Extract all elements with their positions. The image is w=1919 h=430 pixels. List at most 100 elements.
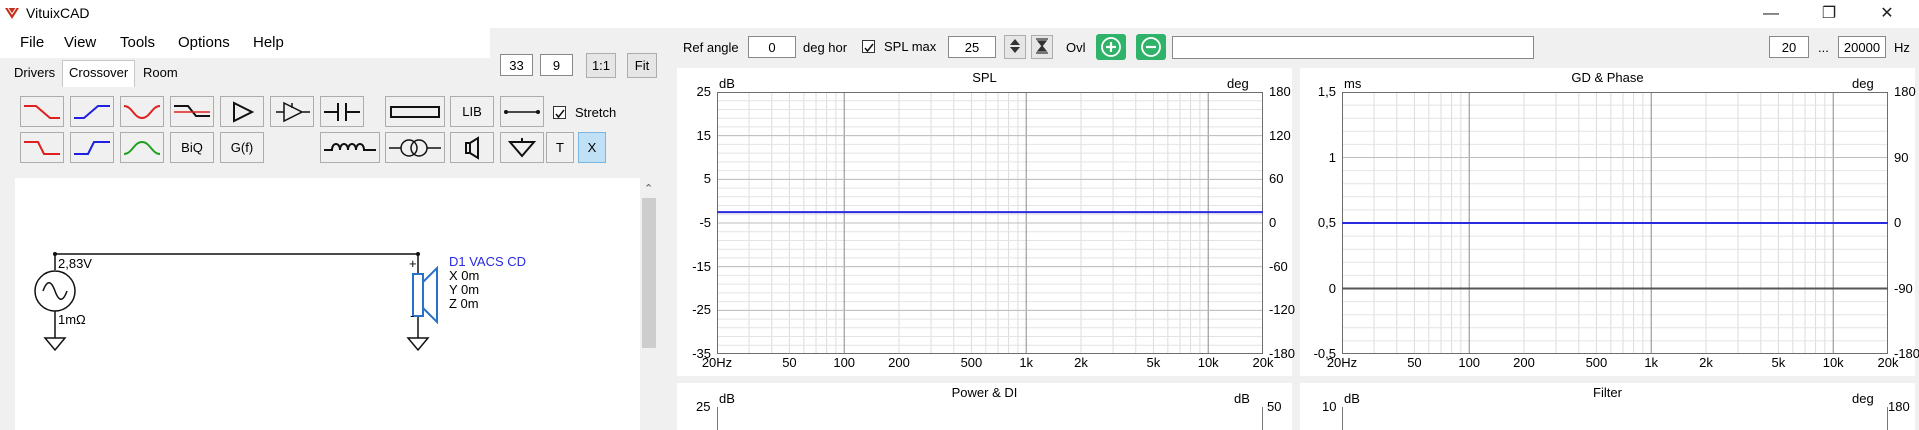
gd-left-tick: 0 xyxy=(1328,280,1336,296)
gd-phase-plot[interactable] xyxy=(1342,92,1888,354)
filter-chart-panel: Filter dB deg 10 180 xyxy=(1300,383,1915,430)
gd-x-tick: 5k xyxy=(1771,355,1786,370)
gd-left-tick: 0,5 xyxy=(1317,215,1336,230)
notch-red-button[interactable] xyxy=(120,96,164,127)
spl-x-tick: 500 xyxy=(960,355,983,370)
menu-view[interactable]: View xyxy=(64,34,96,51)
gd-x-tick: 20Hz xyxy=(1326,355,1358,370)
spl-max-stepper[interactable] xyxy=(1004,35,1026,59)
spl-x-tick: 2k xyxy=(1074,355,1088,370)
gf-button[interactable]: G(f) xyxy=(220,132,264,163)
highpass-blue-button[interactable] xyxy=(70,96,114,127)
library-label: LIB xyxy=(462,104,482,119)
gd-left-tick: 1,5 xyxy=(1317,84,1336,99)
filter-left-unit: dB xyxy=(1344,391,1360,406)
lowpass-red-button[interactable] xyxy=(20,96,64,127)
amplifier-button[interactable] xyxy=(220,96,264,127)
spl-max-checkbox[interactable] xyxy=(862,40,875,53)
schematic-canvas[interactable]: 2,83V 1mΩ + - D1 VACS CD X 0m Y 0m Z 0m xyxy=(15,178,644,430)
power-di-chart-panel: Power & DI dB dB 25 50 xyxy=(677,383,1292,430)
gd-phase-chart-title: GD & Phase xyxy=(1571,70,1644,85)
checkmark-icon xyxy=(555,109,565,119)
gd-x-tick: 50 xyxy=(1407,355,1422,370)
freq-max-input[interactable]: 20000 xyxy=(1838,36,1886,58)
zoom-1to1-button[interactable]: 1:1 xyxy=(586,53,616,78)
biquad-button[interactable]: BiQ xyxy=(170,132,214,163)
freq-min-input[interactable]: 20 xyxy=(1769,36,1809,58)
scrollbar-thumb[interactable] xyxy=(642,198,656,348)
ground-button[interactable] xyxy=(500,132,544,163)
library-button[interactable]: LIB xyxy=(450,96,494,127)
buffer-button[interactable] xyxy=(270,96,314,127)
add-overlay-button[interactable] xyxy=(1096,34,1126,60)
ref-angle-input[interactable]: 0 xyxy=(748,36,796,58)
inductor-icon xyxy=(324,142,376,151)
schematic-scrollbar[interactable]: ⌃ xyxy=(640,178,658,430)
remove-overlay-button[interactable] xyxy=(1136,34,1166,60)
tab-room[interactable]: Room xyxy=(137,62,184,84)
menu-help[interactable]: Help xyxy=(253,34,284,51)
spl-x-tick: 200 xyxy=(888,355,910,370)
spl-plot[interactable] xyxy=(717,92,1263,354)
amplifier-icon xyxy=(233,100,255,123)
bandpass-green-button[interactable] xyxy=(120,132,164,163)
close-icon[interactable]: ✕ xyxy=(1864,0,1910,28)
spl-max-input[interactable]: 25 xyxy=(948,36,996,58)
spl-x-tick: 1k xyxy=(1019,355,1034,370)
minimize-icon[interactable]: — xyxy=(1748,0,1794,28)
ref-angle-label: Ref angle xyxy=(683,40,739,55)
wire-button[interactable] xyxy=(500,96,544,127)
filter-plot[interactable] xyxy=(1342,407,1888,430)
snap-input[interactable]: 9 xyxy=(540,54,573,76)
spl-right-tick: -60 xyxy=(1269,258,1288,274)
filter-right-unit: deg xyxy=(1852,391,1874,406)
tab-drivers[interactable]: Drivers xyxy=(8,62,61,84)
notch-filter-icon xyxy=(123,104,161,119)
gd-right-unit: deg xyxy=(1852,76,1874,91)
inductor-button[interactable] xyxy=(320,132,380,163)
capacitor-button[interactable] xyxy=(320,96,364,127)
grid-size-input[interactable]: 33 xyxy=(500,54,533,76)
spl-x-tick: 20k xyxy=(1252,355,1274,370)
bandpass-icon xyxy=(123,140,161,155)
driver-button[interactable] xyxy=(450,132,494,163)
highpass-blue-2-button[interactable] xyxy=(70,132,114,163)
power-di-plot[interactable] xyxy=(717,407,1263,430)
up-down-arrows-icon xyxy=(1010,39,1020,53)
driver-name-label[interactable]: D1 VACS CD xyxy=(449,254,526,269)
freq-range-ellipsis: ... xyxy=(1818,40,1829,55)
title-bar: VituixCAD — ❐ ✕ xyxy=(0,0,1919,28)
gf-label: G(f) xyxy=(230,140,254,155)
gd-x-tick: 100 xyxy=(1458,355,1481,370)
capacitor-icon xyxy=(324,102,360,121)
ground-icon xyxy=(507,137,537,158)
scroll-up-icon[interactable]: ⌃ xyxy=(644,182,653,195)
transformer-button[interactable] xyxy=(385,132,445,163)
delete-tool-label: X xyxy=(587,140,597,155)
overlay-name-input[interactable] xyxy=(1172,36,1534,59)
power-right-top-tick: 50 xyxy=(1267,399,1282,414)
restore-icon[interactable]: ❐ xyxy=(1806,0,1852,28)
zoom-fit-button[interactable]: Fit xyxy=(627,53,657,78)
gd-right-tick: 90 xyxy=(1894,149,1909,165)
tab-crossover[interactable]: Crossover xyxy=(62,60,136,87)
menu-options[interactable]: Options xyxy=(178,34,230,51)
menu-file[interactable]: File xyxy=(20,34,44,51)
deg-hor-label: deg hor xyxy=(803,40,848,55)
spl-chart-title: SPL xyxy=(972,70,997,85)
gd-x-tick: 2k xyxy=(1699,355,1713,370)
lowpass-icon xyxy=(24,140,60,155)
lowpass-icon xyxy=(24,104,60,119)
delete-button[interactable]: X xyxy=(578,132,606,163)
spl-right-tick: 60 xyxy=(1269,171,1284,187)
resistor-button[interactable] xyxy=(385,96,445,127)
lowpass-red-2-button[interactable] xyxy=(20,132,64,163)
shelf-button[interactable] xyxy=(170,96,214,127)
spl-left-tick: 5 xyxy=(703,171,711,187)
spl-auto-button[interactable] xyxy=(1031,35,1053,59)
menu-bar: File View Tools Options Help xyxy=(0,28,490,58)
stretch-checkbox[interactable] xyxy=(553,106,566,119)
menu-tools[interactable]: Tools xyxy=(120,34,155,51)
spl-max-label: SPL max xyxy=(884,39,937,54)
text-button[interactable]: T xyxy=(546,132,574,163)
